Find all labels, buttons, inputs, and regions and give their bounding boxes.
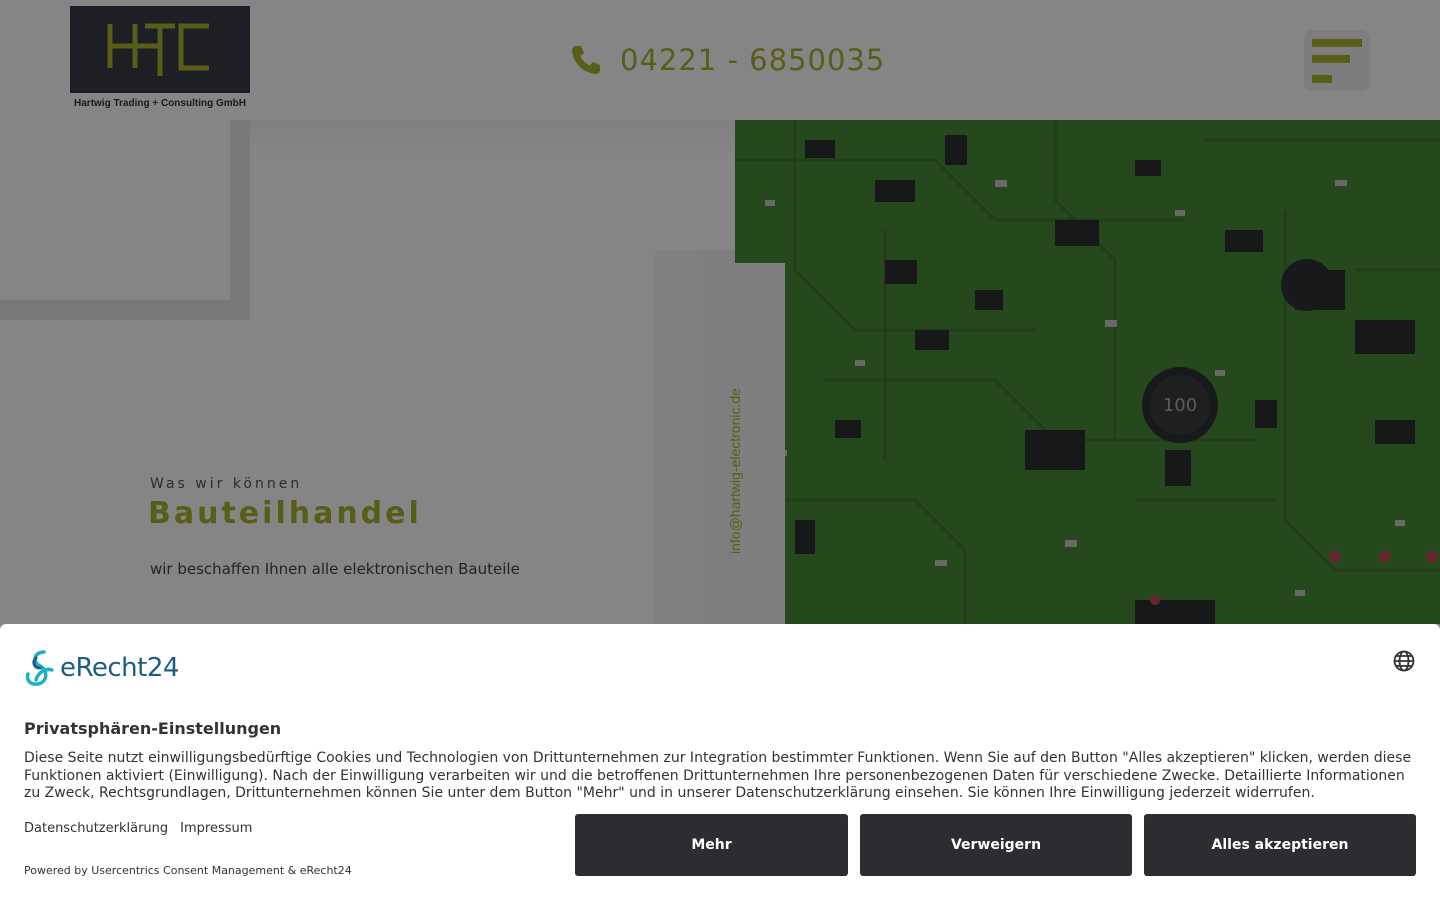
cookie-consent-banner: eRecht24 Privatsphären-Einstellungen Die… [0, 624, 1440, 900]
consent-title: Privatsphären-Einstellungen [24, 719, 282, 738]
consent-description: Diese Seite nutzt einwilligungsbedürftig… [24, 750, 1412, 801]
imprint-link[interactable]: Impressum [180, 821, 252, 836]
erecht24-logo-icon [25, 650, 54, 686]
privacy-policy-link[interactable]: Datenschutzerklärung [24, 821, 168, 836]
consent-links: Datenschutzerklärung Impressum [24, 821, 252, 836]
accept-all-button[interactable]: Alles akzeptieren [1144, 814, 1416, 876]
deny-button[interactable]: Verweigern [860, 814, 1132, 876]
more-button[interactable]: Mehr [575, 814, 848, 876]
powered-by-text: Powered by Usercentrics Consent Manageme… [24, 864, 352, 877]
erecht24-logo: eRecht24 [24, 648, 179, 688]
brand-name: eRecht24 [60, 653, 179, 683]
globe-icon[interactable] [1393, 650, 1415, 672]
